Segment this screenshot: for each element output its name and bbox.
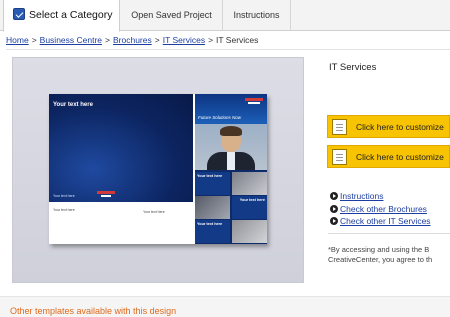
photo-cell [195, 196, 230, 219]
tab-select-category[interactable]: Select a Category [3, 0, 120, 32]
breadcrumb-separator: > [31, 35, 37, 45]
tab-select-category-label: Select a Category [29, 9, 113, 21]
businessman-photo [195, 124, 267, 170]
placeholder-text: Your text here [53, 194, 75, 198]
breadcrumb-home[interactable]: Home [6, 35, 29, 45]
check-other-brochures-link[interactable]: Check other Brochures [340, 204, 427, 214]
customize-button-label: Click here to customize [356, 122, 444, 132]
photo-cell [232, 172, 267, 195]
other-templates-heading: Other templates available with this desi… [10, 306, 177, 316]
link-row: Check other IT Services [330, 215, 431, 228]
brochure-logo-icon [245, 98, 263, 104]
text-cell: Your text here [195, 220, 230, 243]
terms-disclaimer: *By accessing and using the B CreativeCe… [328, 245, 450, 265]
tab-instructions[interactable]: Instructions [223, 0, 291, 31]
breadcrumb-it-services[interactable]: IT Services [163, 35, 205, 45]
divider [6, 49, 450, 50]
template-preview: Your text here Your text here Your text … [12, 57, 304, 283]
check-other-it-services-link[interactable]: Check other IT Services [340, 216, 431, 226]
text-cell: Your text here [232, 196, 267, 219]
customize-button[interactable]: Click here to customize [327, 115, 450, 138]
document-icon [332, 119, 347, 135]
disclaimer-line: CreativeCenter, you agree to th [328, 255, 433, 264]
breadcrumb: Home > Business Centre > Brochures > IT Servic… [6, 35, 258, 45]
related-links: Instructions Check other Brochures Check… [330, 190, 431, 228]
placeholder-text: Your text here [197, 222, 223, 226]
tab-open-saved-project[interactable]: Open Saved Project [121, 0, 223, 31]
text-cell: Your text here [195, 172, 230, 195]
customize-button-label: Click here to customize [356, 152, 444, 162]
instructions-link[interactable]: Instructions [340, 191, 383, 201]
customize-button[interactable]: Click here to customize [327, 145, 450, 168]
breadcrumb-current: IT Services [216, 35, 259, 45]
link-row: Check other Brochures [330, 203, 431, 216]
arrow-right-icon [330, 192, 338, 200]
document-icon [332, 149, 347, 165]
checkbox-icon [13, 8, 25, 20]
disclaimer-line: *By accessing and using the B [328, 245, 430, 254]
placeholder-text: Your text here [197, 174, 223, 178]
link-row: Instructions [330, 190, 431, 203]
breadcrumb-separator: > [154, 35, 160, 45]
placeholder-text: Your text here [143, 210, 165, 214]
arrow-right-icon [330, 204, 338, 213]
placeholder-text: Your text here [239, 198, 265, 202]
breadcrumb-separator: > [208, 35, 214, 45]
divider [328, 233, 450, 234]
placeholder-text: Your text here [53, 208, 75, 212]
photo-cell [232, 220, 267, 243]
breadcrumb-business-centre[interactable]: Business Centre [40, 35, 102, 45]
brochure-tagline: Future Solutions Now [198, 115, 242, 120]
brochure-logo-icon [97, 191, 115, 197]
brochure-thumbnail[interactable]: Your text here Your text here Your text … [49, 94, 267, 244]
breadcrumb-brochures[interactable]: Brochures [113, 35, 152, 45]
placeholder-heading: Your text here [53, 102, 93, 108]
arrow-right-icon [330, 217, 338, 225]
breadcrumb-separator: > [105, 35, 110, 45]
tab-bar: Select a Category Open Saved Project Ins… [0, 0, 450, 32]
brochure-cover-panel: Your text here Your text here [49, 94, 193, 202]
product-title: IT Services [329, 62, 377, 73]
brochure-back-panel: Future Solutions Now Your text here Your… [195, 94, 267, 244]
